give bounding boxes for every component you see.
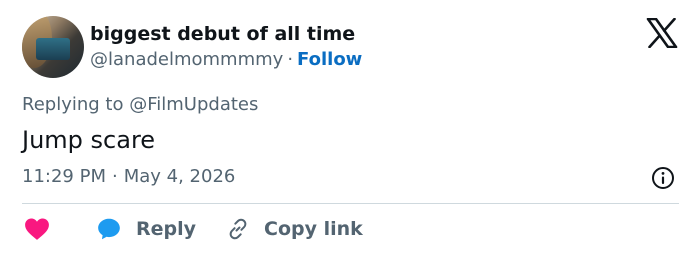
replying-mention[interactable]: @FilmUpdates (129, 94, 258, 115)
replying-prefix: Replying to (22, 94, 124, 115)
copy-link-label: Copy link (264, 218, 363, 240)
action-bar: Reply Copy link (22, 214, 363, 244)
handle-separator: · (287, 49, 294, 70)
tweet-time: 11:29 PM (22, 166, 106, 187)
heart-icon (25, 218, 49, 240)
avatar-screen (36, 38, 70, 60)
reply-label: Reply (136, 218, 197, 240)
divider (22, 203, 679, 204)
reply-button[interactable]: Reply (96, 216, 196, 242)
tweet-date: May 4, 2026 (123, 166, 236, 187)
copy-link-button[interactable]: Copy link (226, 217, 363, 241)
author-handle[interactable]: @lanadelmommmmy (90, 49, 283, 70)
x-logo-icon[interactable] (646, 18, 678, 48)
follow-button[interactable]: Follow (297, 49, 362, 70)
tweet-timestamp[interactable]: 11:29 PM · May 4, 2026 (22, 165, 235, 189)
avatar[interactable] (22, 16, 84, 78)
like-button[interactable] (24, 217, 50, 241)
tweet-text: Jump scare (22, 126, 156, 154)
author-display-name[interactable]: biggest debut of all time (90, 22, 355, 46)
replying-to: Replying to @FilmUpdates (22, 93, 258, 117)
link-icon (229, 218, 247, 240)
author-handle-row: @lanadelmommmmy · Follow (90, 48, 362, 72)
timestamp-separator: · (111, 166, 118, 187)
speech-bubble-icon (98, 218, 120, 240)
info-icon[interactable] (651, 166, 675, 190)
